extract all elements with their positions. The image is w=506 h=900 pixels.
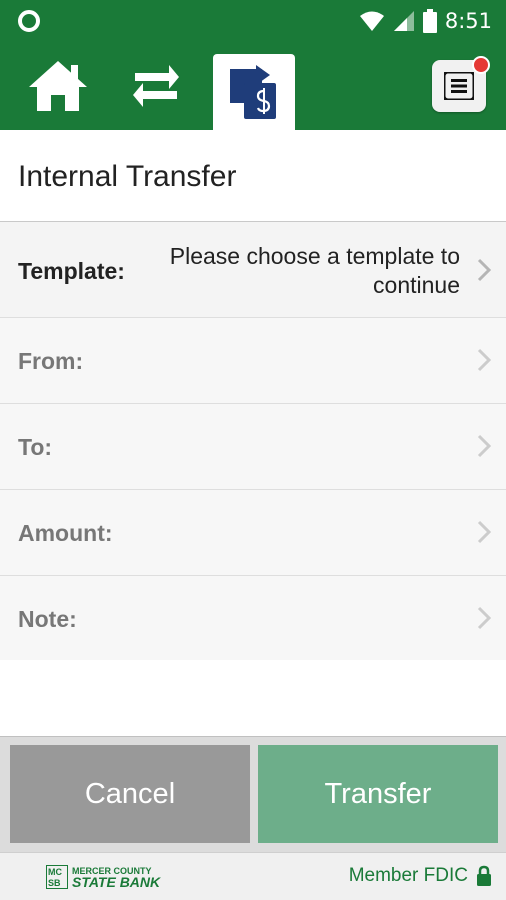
lock-icon (477, 865, 491, 886)
transfer-button[interactable]: Transfer (258, 745, 498, 843)
page-title: Internal Transfer (18, 160, 237, 193)
clock: 8:51 (444, 9, 492, 33)
template-label: Template: (18, 258, 125, 284)
chevron-right-icon (477, 520, 492, 544)
title-bar: Internal Transfer (0, 130, 506, 222)
amount-row[interactable]: Amount: (0, 490, 506, 576)
nav-bar (0, 42, 506, 130)
status-bar: 8:51 (0, 0, 506, 42)
transfer-dollar-icon (230, 65, 276, 119)
to-row[interactable]: To: (0, 404, 506, 490)
logo-bottom-line: STATE BANK (72, 874, 161, 890)
cancel-button[interactable]: Cancel (10, 745, 250, 843)
template-row[interactable]: Template: Please choose a template to co… (0, 222, 506, 318)
tab-home[interactable] (20, 42, 96, 130)
svg-text:MC: MC (48, 867, 62, 877)
tab-transfer[interactable] (118, 42, 194, 130)
status-icons: 8:51 (359, 8, 492, 34)
chevron-right-icon (477, 348, 492, 372)
from-row[interactable]: From: (0, 318, 506, 404)
mcsb-monogram-icon: MC SB (46, 865, 68, 889)
note-label: Note: (18, 606, 77, 632)
member-fdic: Member FDIC (349, 865, 492, 887)
battery-icon (422, 9, 437, 33)
signal-icon (393, 11, 414, 31)
notification-badge (472, 56, 490, 74)
menu-icon (444, 72, 474, 100)
svg-text:SB: SB (48, 878, 61, 888)
home-icon (29, 61, 87, 111)
menu-button[interactable] (432, 56, 490, 112)
from-label: From: (18, 348, 84, 374)
swap-arrows-icon (133, 65, 179, 107)
note-row[interactable]: Note: (0, 576, 506, 662)
template-value: Please choose a template to continue (169, 243, 460, 298)
footer: MC SB MERCER COUNTY STATE BANK Member FD… (0, 852, 506, 900)
bank-logo: MC SB MERCER COUNTY STATE BANK (46, 865, 160, 889)
member-fdic-text: Member FDIC (348, 865, 468, 886)
amount-label: Amount: (18, 520, 113, 546)
notification-ring-icon (18, 10, 40, 32)
to-label: To: (18, 434, 53, 460)
chevron-right-icon (477, 258, 492, 282)
action-bar: Cancel Transfer (0, 736, 506, 852)
wifi-icon (359, 11, 384, 31)
transfer-form: Template: Please choose a template to co… (0, 222, 506, 662)
content-spacer (0, 660, 506, 736)
chevron-right-icon (477, 434, 492, 458)
chevron-right-icon (477, 606, 492, 630)
tab-internal-transfer[interactable] (213, 54, 295, 130)
logo-text: MERCER COUNTY STATE BANK (72, 866, 161, 890)
